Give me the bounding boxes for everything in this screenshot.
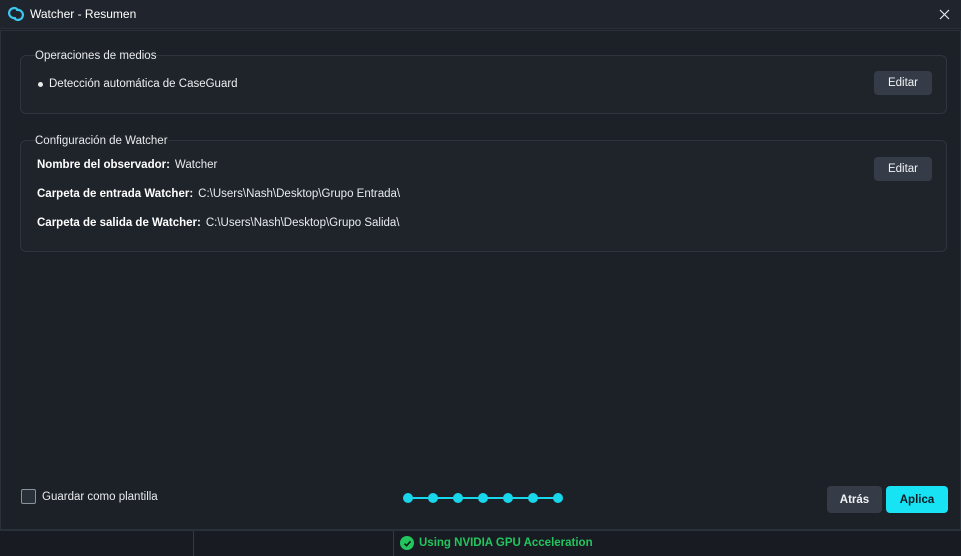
field-label: Nombre del observador: [37,159,170,171]
field-value: Watcher [174,159,218,171]
status-divider [393,531,394,556]
checkbox-box[interactable] [21,489,36,504]
title-bar: Watcher - Resumen [0,0,961,29]
step-dot [553,493,563,503]
step-dot [453,493,463,503]
step-dot [528,493,538,503]
close-icon [939,9,949,19]
status-bar: Using NVIDIA GPU Acceleration [0,530,961,556]
bullet-icon [38,81,43,87]
step-dot [403,493,413,503]
gpu-status-text: Using NVIDIA GPU Acceleration [419,537,593,549]
caseguard-logo-icon [8,7,24,21]
edit-media-operations-button[interactable]: Editar [874,71,932,95]
main-panel: Operaciones de medios Detección automáti… [0,30,961,530]
gpu-status: Using NVIDIA GPU Acceleration [400,536,593,550]
media-operations-section: Operaciones de medios Detección automáti… [20,50,947,114]
window-title: Watcher - Resumen [30,7,137,21]
save-template-label: Guardar como plantilla [42,490,158,503]
edit-watcher-config-button[interactable]: Editar [874,157,932,181]
field-value: C:\Users\Nash\Desktop\Grupo Salida\ [205,217,400,229]
input-folder-field: Carpeta de entrada Watcher: C:\Users\Nash… [37,188,400,200]
watcher-config-section: Configuración de Watcher Nombre del obse… [20,135,947,252]
output-folder-field: Carpeta de salida de Watcher: C:\Users\Na… [37,217,400,229]
field-label: Carpeta de entrada Watcher: [37,188,194,200]
save-template-checkbox[interactable]: Guardar como plantilla [21,489,158,504]
section-title: Configuración de Watcher [35,135,168,147]
field-value: C:\Users\Nash\Desktop\Grupo Entrada\ [198,188,401,200]
back-button[interactable]: Atrás [827,486,882,513]
step-dot [503,493,513,503]
check-circle-icon [400,536,414,550]
apply-button[interactable]: Aplica [886,486,948,513]
media-operation-label: Detección automática de CaseGuard [49,78,238,90]
field-label: Carpeta de salida de Watcher: [37,217,201,229]
close-button[interactable] [935,5,953,23]
list-item: Detección automática de CaseGuard [38,78,238,90]
watcher-name-field: Nombre del observador: Watcher [37,159,217,171]
status-divider [193,531,194,556]
section-title: Operaciones de medios [35,50,157,62]
step-progress [403,492,565,504]
step-dot [478,493,488,503]
step-dot [428,493,438,503]
